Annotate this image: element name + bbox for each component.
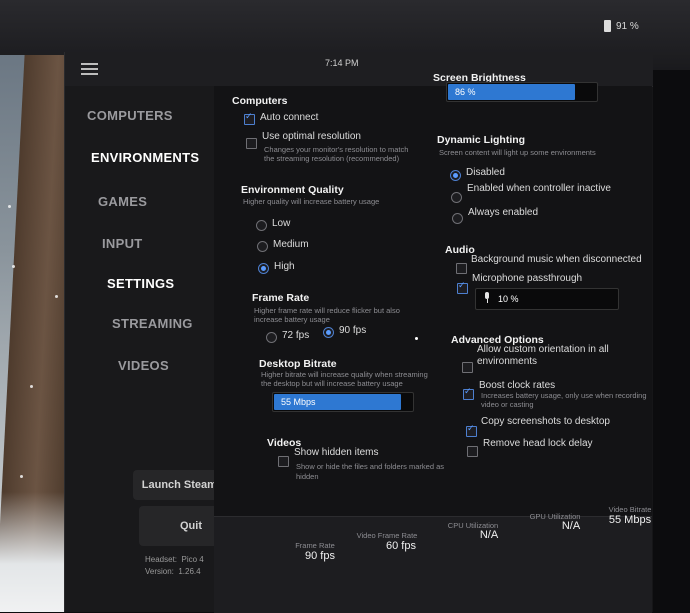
environment-quality-heading: Environment Quality — [241, 184, 344, 196]
show-hidden-desc-line1: Show or hide the files and folders marke… — [296, 462, 444, 471]
focus-indicator-dot — [415, 337, 418, 340]
mic-volume-value: 10 % — [498, 294, 519, 304]
microphone-icon — [484, 292, 490, 303]
clock: 7:14 PM — [325, 58, 359, 68]
frame-rate-desc-line2: increase battery usage — [254, 315, 330, 324]
show-hidden-checkbox[interactable] — [278, 456, 289, 467]
version-number: 1.26.4 — [178, 567, 201, 576]
background-music-label: Background music when disconnected — [471, 254, 642, 265]
nav-environments[interactable]: ENVIRONMENTS — [91, 150, 199, 165]
lighting-always-label: Always enabled — [468, 207, 539, 218]
quality-low-label: Low — [272, 218, 291, 229]
quality-low-radio[interactable] — [256, 220, 267, 231]
lighting-controller-inactive-radio[interactable] — [451, 192, 462, 203]
snowflake — [12, 265, 15, 268]
fps-90-radio[interactable] — [323, 327, 334, 338]
auto-connect-checkbox[interactable] — [244, 112, 255, 125]
desktop-bitrate-desc-line2: the desktop but will increase battery us… — [261, 379, 403, 388]
environment-quality-desc: Higher quality will increase battery usa… — [243, 197, 380, 206]
headset-label: Headset: — [145, 555, 178, 564]
custom-orientation-checkbox[interactable] — [462, 362, 473, 373]
quality-medium-label: Medium — [273, 239, 309, 250]
desktop-bitrate-desc-line1: Higher bitrate will increase quality whe… — [261, 370, 428, 379]
boost-clock-desc-line1: Increases battery usage, only use when r… — [481, 391, 647, 400]
desktop-bitrate-value: 55 Mbps — [281, 397, 316, 407]
remove-head-lock-label: Remove head lock delay — [483, 438, 593, 449]
frame-rate-heading: Frame Rate — [252, 292, 310, 304]
version-info: Headset: Pico 4 Version: 1.26.4 — [145, 554, 204, 578]
optimal-resolution-desc-line1: Changes your monitor's resolution to mat… — [264, 145, 409, 154]
frame-rate-desc-line1: Higher frame rate will reduce flicker bu… — [254, 306, 400, 315]
boost-clock-label: Boost clock rates — [479, 380, 556, 391]
headset-model: Pico 4 — [181, 555, 204, 564]
nav-settings[interactable]: SETTINGS — [107, 276, 174, 291]
fps-72-label: 72 fps — [282, 330, 310, 341]
lighting-disabled-radio[interactable] — [450, 170, 461, 181]
lighting-always-radio[interactable] — [452, 213, 463, 224]
custom-orientation-label-line1: Allow custom orientation in all — [477, 344, 609, 355]
optimal-resolution-checkbox[interactable] — [246, 138, 257, 149]
optimal-resolution-desc-line2: the streaming resolution (recommended) — [264, 154, 400, 163]
mic-passthrough-checkbox[interactable] — [457, 281, 468, 294]
snowflake — [30, 385, 33, 388]
quality-high-label: High — [274, 261, 295, 272]
battery-indicator: 91 % — [604, 20, 639, 32]
hamburger-menu-icon[interactable] — [81, 63, 98, 76]
desktop-bitrate-slider[interactable]: 55 Mbps — [272, 392, 414, 412]
stat-frame-rate-label: Frame Rate — [295, 541, 335, 550]
stat-video-frame-rate-label: Video Frame Rate — [356, 531, 418, 540]
boost-clock-desc-line2: video or casting — [481, 400, 534, 409]
background-music-checkbox[interactable] — [456, 263, 467, 274]
snowflake — [8, 205, 11, 208]
nav-streaming[interactable]: STREAMING — [112, 316, 193, 331]
remove-head-lock-checkbox[interactable] — [467, 446, 478, 457]
show-hidden-label: Show hidden items — [294, 447, 379, 458]
lighting-disabled-label: Disabled — [466, 167, 505, 178]
screen-brightness-value: 86 % — [455, 87, 476, 97]
version-label: Version: — [145, 567, 174, 576]
copy-screenshots-checkbox[interactable] — [466, 424, 477, 437]
copy-screenshots-label: Copy screenshots to desktop — [481, 416, 610, 427]
stat-frame-rate-value: 90 fps — [305, 550, 335, 562]
stat-video-bitrate-label: Video Bitrate — [608, 505, 652, 514]
nav-computers[interactable]: COMPUTERS — [87, 108, 173, 123]
battery-level: 91 % — [616, 20, 639, 32]
boost-clock-checkbox[interactable] — [463, 387, 474, 400]
lighting-controller-inactive-label: Enabled when controller inactive — [467, 183, 611, 194]
stat-video-bitrate-value: 55 Mbps — [608, 514, 652, 526]
sidebar: COMPUTERS ENVIRONMENTS GAMES INPUT SETTI… — [65, 86, 243, 612]
stat-video-frame-rate-value: 60 fps — [386, 540, 416, 552]
nav-videos[interactable]: VIDEOS — [118, 358, 169, 373]
auto-connect-label: Auto connect — [260, 112, 319, 123]
mic-passthrough-label: Microphone passthrough — [472, 273, 583, 284]
nav-games[interactable]: GAMES — [98, 194, 147, 209]
nav-input[interactable]: INPUT — [102, 236, 143, 251]
snowflake — [20, 475, 23, 478]
fps-90-label: 90 fps — [339, 325, 367, 336]
computers-heading: Computers — [232, 95, 288, 107]
quality-medium-radio[interactable] — [257, 241, 268, 252]
optimal-resolution-label: Use optimal resolution — [262, 131, 361, 142]
desktop-bitrate-heading: Desktop Bitrate — [259, 358, 337, 370]
dynamic-lighting-heading: Dynamic Lighting — [437, 134, 526, 146]
stat-cpu-value: N/A — [479, 529, 499, 541]
custom-orientation-label-line2: environments — [477, 356, 538, 367]
show-hidden-desc-line2: hidden — [296, 472, 319, 481]
snowflake — [55, 295, 58, 298]
dynamic-lighting-desc: Screen content will light up some enviro… — [439, 148, 596, 157]
battery-icon — [604, 20, 611, 32]
fps-72-radio[interactable] — [266, 332, 277, 343]
mic-volume-slider[interactable]: 10 % — [475, 288, 619, 310]
quality-high-radio[interactable] — [258, 263, 269, 274]
screen-brightness-slider[interactable]: 86 % — [446, 82, 598, 102]
